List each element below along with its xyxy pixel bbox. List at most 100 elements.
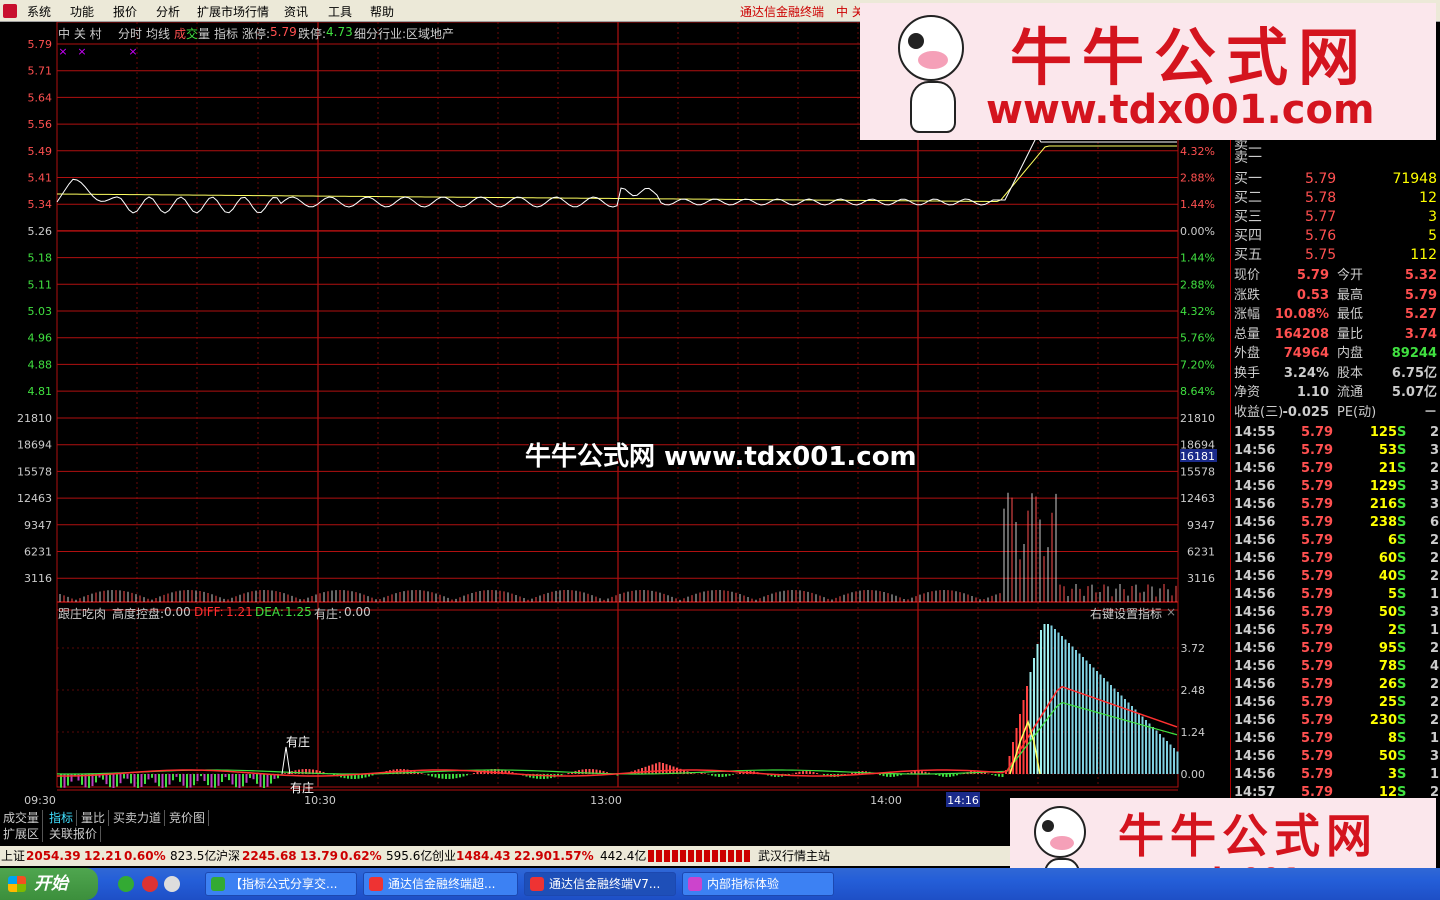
start-label: 开始 [34,874,68,894]
tab-related-quote[interactable]: 关联报价 [46,826,102,842]
cy-pct: 1.57% [552,849,594,863]
stat-label-2: 股本 [1337,365,1364,381]
indicator-settings[interactable]: 右键设置指标 [1090,605,1162,622]
tick-volume: 53 [1378,443,1397,458]
tick-count: 2 [1429,461,1439,476]
menu-function[interactable]: 功能 [70,3,94,20]
tab-junxian[interactable]: 均线 [146,25,170,42]
buy-label: 买三 [1234,209,1262,225]
tick-count: 2 [1429,641,1439,656]
tab-fenshi[interactable]: 分时 [118,25,142,42]
tick-price: 5.79 [1301,713,1334,728]
tick-price: 5.79 [1301,497,1334,512]
tab-maimai[interactable]: 买卖力道 [110,810,166,826]
taskbar-button-4[interactable]: 内部指标体验 [682,872,834,896]
sz-change: 13.79 [300,849,338,863]
tick-price: 5.79 [1301,677,1334,692]
buy-row: 买二 5.78 12 [1231,189,1440,208]
tab-zhibiao[interactable]: 指标 [214,25,238,42]
tick-time: 14:56 [1234,569,1276,584]
taskbar-button-1[interactable]: 【指标公式分享交... [205,872,357,896]
taskbar-button-label: 内部指标体验 [707,877,780,891]
price-tick: 5.18 [28,252,53,265]
tab-indicator[interactable]: 指标 [46,810,78,826]
start-button[interactable]: 开始 [0,868,98,900]
tab-liangbi[interactable]: 量比 [78,810,110,826]
indicator-close-icon[interactable]: × [1166,605,1176,619]
tick-price: 5.79 [1301,461,1334,476]
intraday-chart[interactable]: 5.79 5.71 5.64 5.56 5.49 5.41 5.34 5.26 5.18 5.11… [0,22,1230,810]
tick-price: 5.79 [1301,623,1334,638]
menu-tools[interactable]: 工具 [328,3,352,20]
stat-row: 涨跌 0.53 最高 5.79 [1231,286,1440,305]
tick-time: 14:56 [1234,641,1276,656]
tick-row: 14:56 5.79 230 S 2 [1231,712,1440,730]
tick-count: 1 [1429,767,1439,782]
sell-one-label: 卖一 [1234,150,1262,166]
price-tick: 5.71 [28,65,53,78]
time-label: 13:00 [590,794,622,807]
menu-news[interactable]: 资讯 [284,3,308,20]
tick-count: 1 [1429,731,1439,746]
tick-count: 1 [1429,623,1439,638]
tick-volume: 50 [1378,749,1397,764]
tick-side: S [1397,461,1407,476]
tab-jingjia[interactable]: 竞价图 [166,810,210,826]
ie-icon[interactable] [118,876,134,892]
quicklaunch-browser-icon[interactable] [164,876,180,892]
menu-analysis[interactable]: 分析 [156,3,180,20]
sh-label: 上证 [1,849,26,863]
youzhuang-line [281,746,291,775]
taskbar-button-3[interactable]: 通达信金融终端V7... [524,872,676,896]
tick-side: S [1397,587,1407,602]
cy-value: 1484.43 [456,849,511,863]
tick-row: 14:56 5.79 8 S 1 [1231,730,1440,748]
quicklaunch-app-icon[interactable] [142,876,158,892]
stat-value-1: -0.025 [1282,404,1329,420]
buy-price: 5.79 [1305,171,1337,187]
buy-price: 5.77 [1305,209,1337,225]
stat-label-2: 量比 [1337,326,1364,342]
watermark-banner-top: 牛牛公式网 www.tdx001.com [860,3,1436,140]
price-tick: 4.96 [28,332,53,345]
tick-price: 5.79 [1301,767,1334,782]
taskbar-button-2[interactable]: 通达信金融终端超... [363,872,518,896]
price-tick: 5.34 [28,198,53,211]
tick-time: 14:56 [1234,533,1276,548]
quote-panel: 卖二 卖一 买一 5.79 71948 买二 5.78 12 买三 5.77 3 买四 5.76 5 买… [1230,22,1440,810]
tick-time: 14:56 [1234,659,1276,674]
stat-label-2: 最低 [1337,307,1364,322]
tick-side: S [1397,605,1407,620]
tick-price: 5.79 [1301,515,1334,530]
tick-side: S [1397,731,1407,746]
dieting-value: 4.73 [326,25,353,39]
sell-one-row: 卖一 [1231,149,1440,168]
tick-time: 14:56 [1234,677,1276,692]
pct-tick: 0.00% [1180,225,1215,238]
tab-chengjiao-a[interactable]: 成 [174,25,186,42]
tick-volume: 78 [1378,659,1397,674]
tick-price: 5.79 [1301,425,1334,440]
tick-row: 14:56 5.79 6 S 2 [1231,532,1440,550]
tab-chengjiao-c[interactable]: 量 [198,25,210,42]
indicator-tick: 2.48 [1181,684,1206,697]
buy-row: 买四 5.76 5 [1231,227,1440,246]
cy-amount: 442.4亿 [600,849,647,863]
tick-volume: 216 [1369,497,1397,512]
stat-label-1: 外盘 [1234,346,1261,361]
tab-ext-area[interactable]: 扩展区 [0,826,44,842]
menu-quote[interactable]: 报价 [113,3,137,20]
menu-help[interactable]: 帮助 [370,3,394,20]
tab-volume[interactable]: 成交量 [0,810,44,826]
cow-mascot-icon-2 [1034,806,1086,858]
tab-chengjiao-b[interactable]: 交 [186,25,198,42]
price-tick: 4.81 [28,385,53,398]
station-name[interactable]: 武汉行情主站 [758,846,830,866]
tick-row: 14:56 5.79 216 S 3 [1231,496,1440,514]
buy-label: 买五 [1234,247,1262,263]
menu-ext-market[interactable]: 扩展市场行情 [197,3,269,20]
tick-side: S [1397,551,1407,566]
window-icon [369,877,383,891]
tick-side: S [1397,497,1407,512]
menu-system[interactable]: 系统 [27,3,51,20]
